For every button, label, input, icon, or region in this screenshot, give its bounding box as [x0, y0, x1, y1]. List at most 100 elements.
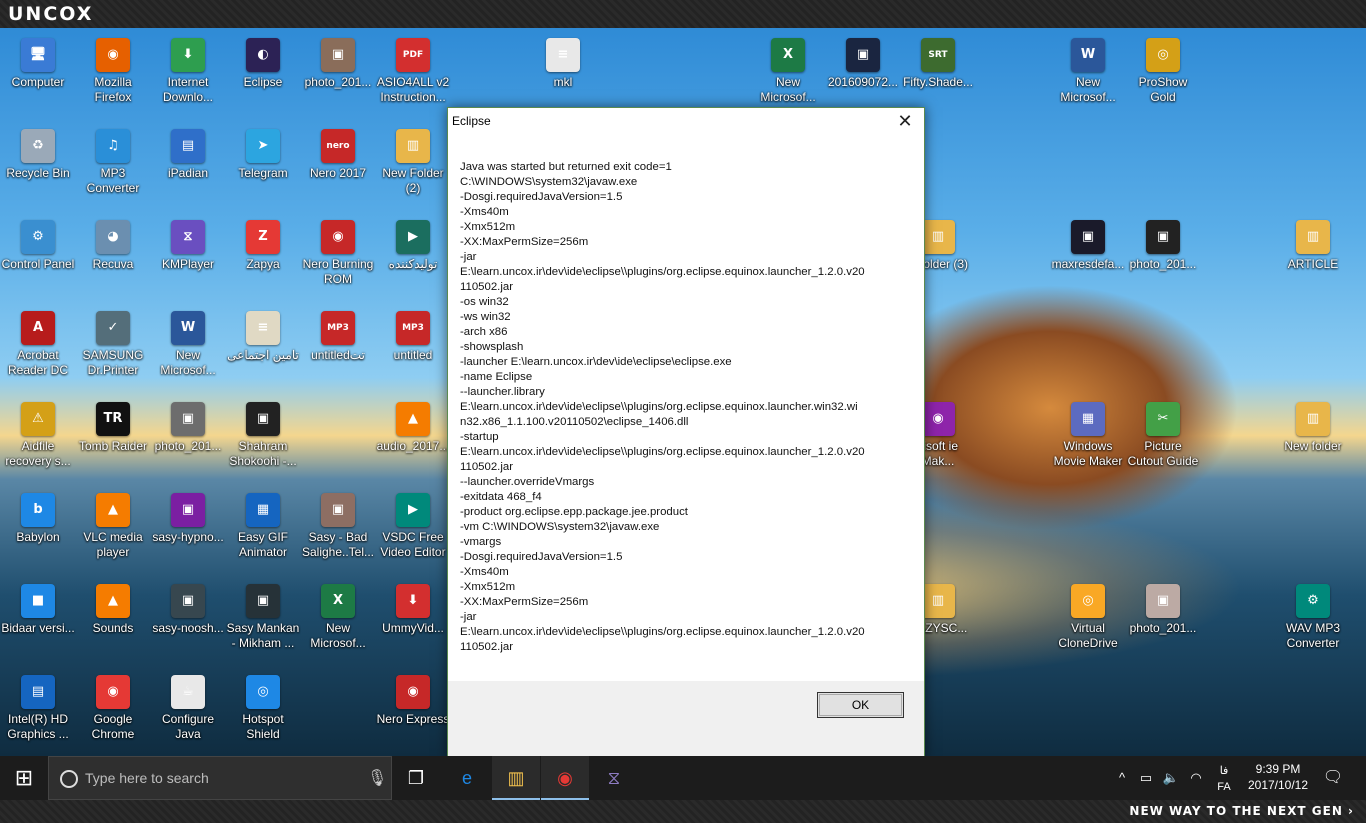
volume-icon[interactable]: 🔈 — [1162, 756, 1180, 800]
desktop-icon[interactable]: ▣ maxresdefa... — [1050, 216, 1126, 306]
desktop-icon[interactable]: ⚠ Aidfile recovery s... — [0, 398, 76, 488]
wifi-icon[interactable]: ◠ — [1187, 756, 1205, 800]
desktop-icon[interactable]: ⧖ KMPlayer — [150, 216, 226, 306]
desktop-icon[interactable]: ⚙ WAV MP3 Converter — [1275, 580, 1351, 670]
desktop-icon[interactable]: ▲ VLC media player — [75, 489, 151, 579]
desktop-icon[interactable]: ▶ تولیدکننده — [375, 216, 451, 306]
desktop-icon-image: ♻ — [21, 129, 55, 163]
dialog-message-line: -Dosgi.requiredJavaVersion=1.5 — [460, 191, 623, 203]
desktop-icon[interactable]: ▥ New folder — [1275, 398, 1351, 488]
dialog-message-line: -exitdata 468_f4 — [460, 491, 542, 503]
search-input[interactable]: Type here to search — [85, 770, 209, 786]
battery-icon[interactable]: ▭ — [1137, 756, 1155, 800]
desktop-icon[interactable]: ▤ Intel(R) HD Graphics ... — [0, 671, 76, 756]
desktop-icon-label: Recycle Bin — [6, 166, 70, 180]
desktop-icon[interactable]: ⬇ UmmyVid... — [375, 580, 451, 670]
desktop-icon[interactable]: X New Microsof... — [300, 580, 376, 670]
desktop-icon[interactable]: ◎ Hotspot Shield — [225, 671, 301, 756]
desktop-icon-label: audio_2017... — [376, 439, 450, 453]
chrome-taskbar-button[interactable]: ◉ — [541, 756, 589, 800]
desktop-icon-image: ▣ — [171, 584, 205, 618]
taskbar-search[interactable]: Type here to search 🎙 — [48, 756, 392, 800]
start-button[interactable]: ⊞ — [0, 756, 48, 800]
desktop-icon-image: ▲ — [96, 584, 130, 618]
desktop-icon[interactable]: ▣ Sasy - Bad Salighe..Tel... — [300, 489, 376, 579]
close-icon[interactable]: ✕ — [892, 110, 918, 132]
visual-studio-taskbar-button[interactable]: ⧖ — [590, 756, 638, 800]
file-explorer-taskbar-button[interactable]: ▥ — [492, 756, 540, 800]
desktop-icon[interactable]: ⚙ Control Panel — [0, 216, 76, 306]
desktop-icon-label: Babylon — [16, 530, 60, 544]
desktop-icon[interactable]: ▣ sasy-noosh... — [150, 580, 226, 670]
desktop-icon-label: photo_201... — [304, 75, 372, 89]
task-view-button[interactable]: ❐ — [392, 756, 440, 800]
desktop-icon[interactable]: 🖥 Computer — [0, 34, 76, 124]
desktop-icon[interactable]: MP3 untitled — [375, 307, 451, 397]
desktop-icon[interactable]: ◎ Virtual CloneDrive — [1050, 580, 1126, 670]
ok-button[interactable]: OK — [817, 692, 904, 718]
desktop-icon[interactable]: ♻ Recycle Bin — [0, 125, 76, 215]
desktop-icon[interactable]: nero Nero 2017 — [300, 125, 376, 215]
desktop-icon[interactable]: ◕ Recuva — [75, 216, 151, 306]
desktop-icon[interactable]: TR Tomb Raider — [75, 398, 151, 488]
desktop-icon[interactable]: ♫ MP3 Converter — [75, 125, 151, 215]
uncox-logo: UNCOX — [8, 3, 94, 25]
desktop-icon[interactable]: ■ Bidaar versi... — [0, 580, 76, 670]
desktop-icon-image: ◎ — [246, 675, 280, 709]
desktop-icon[interactable]: W New Microsof... — [1050, 34, 1126, 124]
desktop-icon-image: ☕ — [171, 675, 205, 709]
desktop-icon[interactable]: PDF ASIO4ALL v2 Instruction... — [375, 34, 451, 124]
desktop-icon[interactable]: A Acrobat Reader DC — [0, 307, 76, 397]
desktop-icon[interactable]: b Babylon — [0, 489, 76, 579]
desktop-icon[interactable]: ◉ Nero Burning ROM — [300, 216, 376, 306]
desktop-icon[interactable]: ▣ Sasy Mankan - Mikham ... — [225, 580, 301, 670]
desktop-icon[interactable]: ▣ sasy-hypno... — [150, 489, 226, 579]
desktop-icon[interactable]: ▤ iPadian — [150, 125, 226, 215]
desktop-icon[interactable]: ▣ photo_201... — [300, 34, 376, 124]
desktop-icon-image: ▥ — [1296, 220, 1330, 254]
top-branding-bar: UNCOX — [0, 0, 1366, 28]
edge-taskbar-button[interactable]: e — [443, 756, 491, 800]
desktop-icon[interactable]: ✂ Picture Cutout Guide — [1125, 398, 1201, 488]
desktop-icon[interactable]: ◎ ProShow Gold — [1125, 34, 1201, 124]
desktop-icon[interactable]: ✓ SAMSUNG Dr.Printer — [75, 307, 151, 397]
desktop-icon[interactable]: ◉ Mozilla Firefox — [75, 34, 151, 124]
desktop-icon-label: Computer — [11, 75, 65, 89]
desktop-icon-image: ♫ — [96, 129, 130, 163]
dialog-titlebar[interactable]: Eclipse ✕ — [448, 108, 924, 134]
desktop-icon[interactable]: ≡ تامین اجتماعی — [225, 307, 301, 397]
desktop-icon[interactable]: ▲ Sounds — [75, 580, 151, 670]
desktop-icon[interactable]: ▥ ARTICLE — [1275, 216, 1351, 306]
desktop-icon[interactable]: ◐ Eclipse — [225, 34, 301, 124]
dialog-message-line: -jar — [460, 251, 477, 263]
desktop-icon[interactable]: ⬇ Internet Downlo... — [150, 34, 226, 124]
desktop-icon[interactable]: ▥ New Folder (2) — [375, 125, 451, 215]
notifications-icon[interactable]: 🗨 — [1320, 756, 1346, 800]
desktop-icon[interactable]: ▣ photo_201... — [1125, 216, 1201, 306]
desktop-icon[interactable]: ▣ Shahram Shokoohi -... — [225, 398, 301, 488]
taskbar-clock[interactable]: 9:39 PM 2017/10/12 — [1240, 761, 1316, 793]
desktop-icon[interactable]: ▦ Windows Movie Maker — [1050, 398, 1126, 488]
desktop-icon[interactable]: ☕ Configure Java — [150, 671, 226, 756]
desktop-icon-label: تولیدکننده — [388, 257, 438, 271]
desktop-icon[interactable]: ➤ Telegram — [225, 125, 301, 215]
desktop-icon-image: ✓ — [96, 311, 130, 345]
desktop-icon[interactable]: ▣ photo_201... — [150, 398, 226, 488]
desktop-icon-image: ▦ — [1071, 402, 1105, 436]
microphone-icon[interactable]: 🎙 — [367, 768, 387, 788]
desktop-icon[interactable]: W New Microsof... — [150, 307, 226, 397]
desktop-icon[interactable]: ▶ VSDC Free Video Editor — [375, 489, 451, 579]
desktop-icon[interactable]: ◉ Nero Express — [375, 671, 451, 756]
dialog-message-line: -vm C:\WINDOWS\system32\javaw.exe — [460, 521, 660, 533]
desktop-icon[interactable]: MP3 untitledتت — [300, 307, 376, 397]
desktop-icon-label: Nero Express — [376, 712, 450, 726]
desktop-icon-label: Google Chrome — [91, 712, 135, 741]
desktop-icon[interactable]: ▦ Easy GIF Animator — [225, 489, 301, 579]
tray-chevron-icon[interactable]: ^ — [1114, 756, 1130, 800]
desktop-icon-image: ▦ — [246, 493, 280, 527]
desktop-icon[interactable]: ▣ photo_201... — [1125, 580, 1201, 670]
desktop-icon[interactable]: ◉ Google Chrome — [75, 671, 151, 756]
desktop-icon[interactable]: Z Zapya — [225, 216, 301, 306]
desktop-icon-image: ⚙ — [21, 220, 55, 254]
desktop-icon[interactable]: ▲ audio_2017... — [375, 398, 451, 488]
